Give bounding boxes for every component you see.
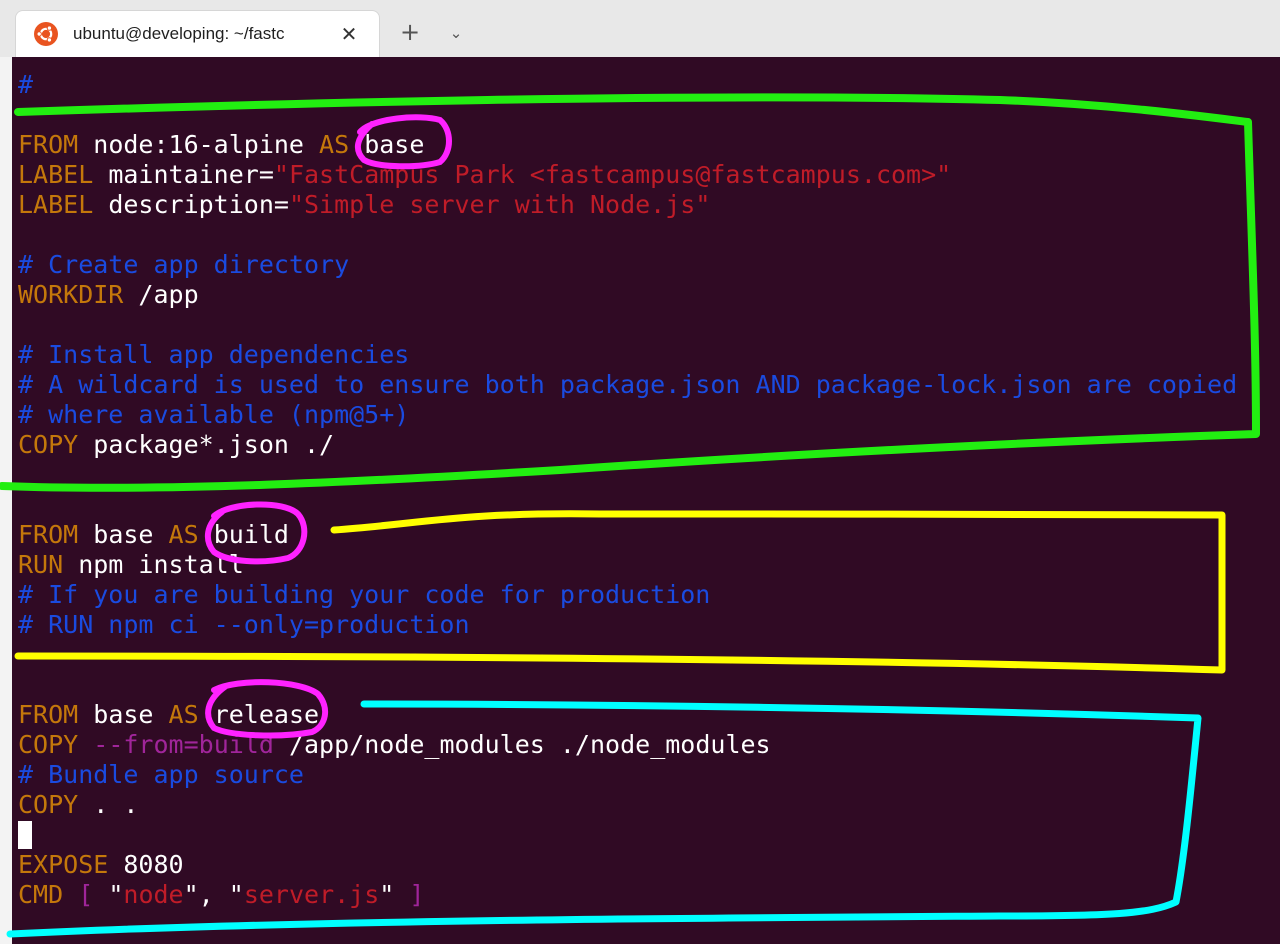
code-token: base: [349, 130, 425, 159]
code-token: # where available (npm@5+): [18, 400, 410, 429]
code-token: node: [123, 880, 184, 909]
code-token: AS: [168, 700, 199, 729]
code-token: /app/node_modules ./node_modules: [273, 730, 771, 759]
code-token: COPY: [18, 790, 79, 819]
code-token: LABEL: [18, 160, 94, 189]
text-cursor: [18, 821, 32, 849]
code-token: base: [78, 700, 169, 729]
terminal-line: # RUN npm ci --only=production: [18, 610, 1237, 640]
code-token: /app: [123, 280, 199, 309]
code-token: # If you are building your code for prod…: [18, 580, 711, 609]
terminal-line: # If you are building your code for prod…: [18, 580, 1237, 610]
code-token: . .: [78, 790, 139, 819]
code-token: build: [198, 520, 289, 549]
code-token: ]: [409, 880, 425, 909]
code-token: # Install app dependencies: [18, 340, 410, 369]
code-token: # RUN npm ci --only=production: [18, 610, 470, 639]
code-token: maintainer=: [93, 160, 274, 189]
terminal-line: FROM node:16-alpine AS base: [18, 130, 1237, 160]
code-token: description=: [93, 190, 289, 219]
terminal-line: FROM base AS build: [18, 520, 1237, 550]
terminal-line: COPY . .: [18, 790, 1237, 820]
terminal-line: COPY --from=build /app/node_modules ./no…: [18, 730, 1237, 760]
code-token: # Create app directory: [18, 250, 350, 279]
code-token: package*.json ./: [78, 430, 335, 459]
terminal-line: LABEL description="Simple server with No…: [18, 190, 1237, 220]
terminal-tab[interactable]: ubuntu@developing: ~/fastc ✕: [15, 10, 380, 57]
code-token: # Bundle app source: [18, 760, 304, 789]
terminal-line: [18, 820, 1237, 850]
code-token: WORKDIR: [18, 280, 124, 309]
code-token: release: [198, 700, 320, 729]
code-token: "Simple server with Node.js": [288, 190, 711, 219]
code-token: ": [379, 880, 410, 909]
close-tab-icon[interactable]: ✕: [336, 21, 362, 47]
code-token: ": [93, 880, 124, 909]
terminal-line: RUN npm install: [18, 550, 1237, 580]
dockerfile-content: # FROM node:16-alpine AS base LABEL mainta…: [18, 70, 1237, 910]
tab-bar: ubuntu@developing: ~/fastc ✕ + ⌄: [0, 0, 1280, 57]
code-token: LABEL: [18, 190, 94, 219]
code-token: --from=build: [93, 730, 274, 759]
code-token: AS: [319, 130, 350, 159]
tab-dropdown-button[interactable]: ⌄: [443, 20, 469, 46]
terminal-line: #: [18, 70, 1237, 100]
terminal-line: COPY package*.json ./: [18, 430, 1237, 460]
terminal-line: # Install app dependencies: [18, 340, 1237, 370]
terminal-line: # where available (npm@5+): [18, 400, 1237, 430]
code-token: AS: [168, 520, 199, 549]
code-token: ", ": [183, 880, 244, 909]
terminal-line: EXPOSE 8080: [18, 850, 1237, 880]
code-token: #: [18, 70, 34, 99]
terminal-line: # Create app directory: [18, 250, 1237, 280]
code-token: COPY: [18, 430, 79, 459]
code-token: base: [78, 520, 169, 549]
terminal-line: # A wildcard is used to ensure both pack…: [18, 370, 1237, 400]
code-token: npm install: [63, 550, 244, 579]
code-token: "FastCampus Park <fastcampus@fastcampus.…: [273, 160, 952, 189]
code-token: server.js: [243, 880, 380, 909]
code-token: FROM: [18, 520, 79, 549]
terminal-line: WORKDIR /app: [18, 280, 1237, 310]
ubuntu-logo-icon: [34, 22, 58, 46]
code-token: 8080: [108, 850, 184, 879]
new-tab-button[interactable]: +: [396, 19, 424, 47]
code-token: CMD: [18, 880, 64, 909]
code-token: [: [78, 880, 94, 909]
tab-title: ubuntu@developing: ~/fastc: [73, 24, 285, 43]
code-token: FROM: [18, 130, 79, 159]
code-token: node:16-alpine: [78, 130, 320, 159]
code-token: EXPOSE: [18, 850, 109, 879]
code-token: COPY: [18, 730, 79, 759]
code-token: # A wildcard is used to ensure both pack…: [18, 370, 1238, 399]
code-token: FROM: [18, 700, 79, 729]
terminal-line: # Bundle app source: [18, 760, 1237, 790]
terminal-line: CMD [ "node", "server.js" ]: [18, 880, 1237, 910]
terminal-window[interactable]: # FROM node:16-alpine AS base LABEL mainta…: [12, 57, 1280, 944]
code-token: RUN: [18, 550, 64, 579]
terminal-line: LABEL maintainer="FastCampus Park <fastc…: [18, 160, 1237, 190]
terminal-line: FROM base AS release: [18, 700, 1237, 730]
